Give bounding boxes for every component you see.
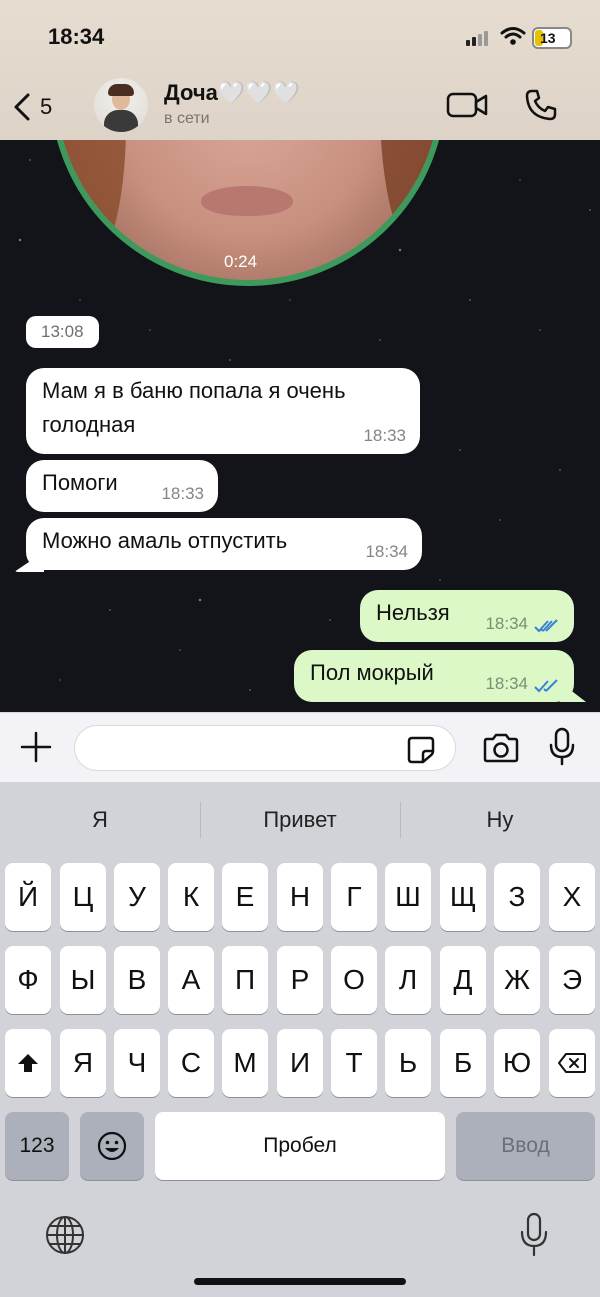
message-time: 18:34 (485, 674, 528, 693)
key[interactable]: Р (277, 946, 323, 1014)
key[interactable]: Т (331, 1029, 377, 1097)
key[interactable]: Э (549, 946, 595, 1014)
key[interactable]: Ю (494, 1029, 540, 1097)
read-ticks-icon (534, 619, 558, 633)
key[interactable]: Ж (494, 946, 540, 1014)
shift-key[interactable] (5, 1029, 51, 1097)
key[interactable]: М (222, 1029, 268, 1097)
read-ticks-icon (534, 679, 558, 693)
key[interactable]: Й (5, 863, 51, 931)
contact-name[interactable]: Доча🤍🤍🤍 (164, 80, 300, 106)
key[interactable]: С (168, 1029, 214, 1097)
key[interactable]: И (277, 1029, 323, 1097)
key[interactable]: Ы (60, 946, 106, 1014)
key[interactable]: В (114, 946, 160, 1014)
key[interactable]: Ь (385, 1029, 431, 1097)
numbers-key[interactable]: 123 (5, 1112, 69, 1180)
key[interactable]: Я (60, 1029, 106, 1097)
wifi-icon (500, 27, 526, 45)
message-text: Помоги (42, 470, 118, 495)
microphone-icon[interactable] (548, 727, 576, 767)
key[interactable]: Н (277, 863, 323, 931)
message-incoming[interactable]: Помоги 18:33 (26, 460, 218, 512)
backspace-icon (558, 1053, 586, 1073)
key[interactable]: Е (222, 863, 268, 931)
key[interactable]: Л (385, 946, 431, 1014)
back-button[interactable]: 5 (12, 92, 52, 122)
key[interactable]: З (494, 863, 540, 931)
video-call-icon[interactable] (446, 90, 490, 120)
message-incoming[interactable]: Можно амаль отпустить 18:34 (26, 518, 422, 570)
key[interactable]: Ц (60, 863, 106, 931)
battery-level: 13 (540, 30, 556, 46)
globe-icon[interactable] (44, 1214, 86, 1256)
battery-icon: 13 (532, 27, 572, 49)
suggestion-bar: Я Привет Ну (0, 800, 600, 840)
chevron-left-icon (14, 93, 30, 121)
suggestion[interactable]: Привет (200, 800, 400, 840)
attach-plus-icon[interactable] (18, 729, 54, 765)
key[interactable]: У (114, 863, 160, 931)
video-duration: 0:24 (224, 252, 258, 271)
emoji-key[interactable] (80, 1112, 144, 1180)
message-time: 18:33 (161, 484, 204, 503)
key[interactable]: Г (331, 863, 377, 931)
video-frame-face (201, 186, 293, 216)
key[interactable]: Ч (114, 1029, 160, 1097)
key[interactable]: Щ (440, 863, 486, 931)
sticker-icon[interactable] (406, 735, 436, 765)
message-text: Мам я в баню попала я очень голодная (42, 378, 346, 437)
status-time: 18:34 (48, 24, 105, 49)
message-text: Нельзя (376, 600, 450, 625)
camera-icon[interactable] (482, 733, 520, 763)
key[interactable]: Ф (5, 946, 51, 1014)
suggestion[interactable]: Я (0, 800, 200, 840)
message-text: Можно амаль отпустить (42, 528, 288, 553)
key[interactable]: Х (549, 863, 595, 931)
contact-status: в сети (164, 110, 210, 127)
time-pill: 13:08 (26, 316, 99, 348)
key[interactable]: Б (440, 1029, 486, 1097)
keyboard: Я Привет Ну Й Ц У К Е Н Г Ш Щ З Х Ф Ы В … (0, 782, 600, 1297)
suggestion[interactable]: Ну (400, 800, 600, 840)
message-input[interactable] (74, 725, 456, 771)
phone-icon[interactable] (524, 88, 558, 122)
message-time: 18:34 (365, 542, 408, 561)
chat-header: 18:34 13 5 Доча🤍🤍🤍 в сети (0, 0, 600, 140)
key[interactable]: Д (440, 946, 486, 1014)
enter-key[interactable]: Ввод (456, 1112, 595, 1180)
message-outgoing[interactable]: Нельзя 18:34 (360, 590, 574, 642)
signal-icon (466, 30, 492, 46)
message-time: 18:33 (363, 426, 406, 445)
message-time: 18:34 (485, 614, 528, 633)
space-key[interactable]: Пробел (155, 1112, 445, 1180)
message-composer (0, 712, 600, 782)
home-indicator (194, 1278, 406, 1285)
key[interactable]: К (168, 863, 214, 931)
avatar[interactable] (94, 78, 148, 132)
key[interactable]: О (331, 946, 377, 1014)
emoji-icon (97, 1131, 127, 1161)
key[interactable]: П (222, 946, 268, 1014)
key[interactable]: Ш (385, 863, 431, 931)
unread-count: 5 (40, 94, 53, 119)
message-outgoing[interactable]: Пол мокрый 18:34 (294, 650, 574, 702)
shift-icon (18, 1054, 38, 1072)
message-incoming[interactable]: Мам я в баню попала я очень голодная 18:… (26, 368, 420, 454)
message-text: Пол мокрый (310, 660, 434, 685)
key[interactable]: А (168, 946, 214, 1014)
backspace-key[interactable] (549, 1029, 595, 1097)
dictation-microphone-icon[interactable] (518, 1212, 550, 1258)
